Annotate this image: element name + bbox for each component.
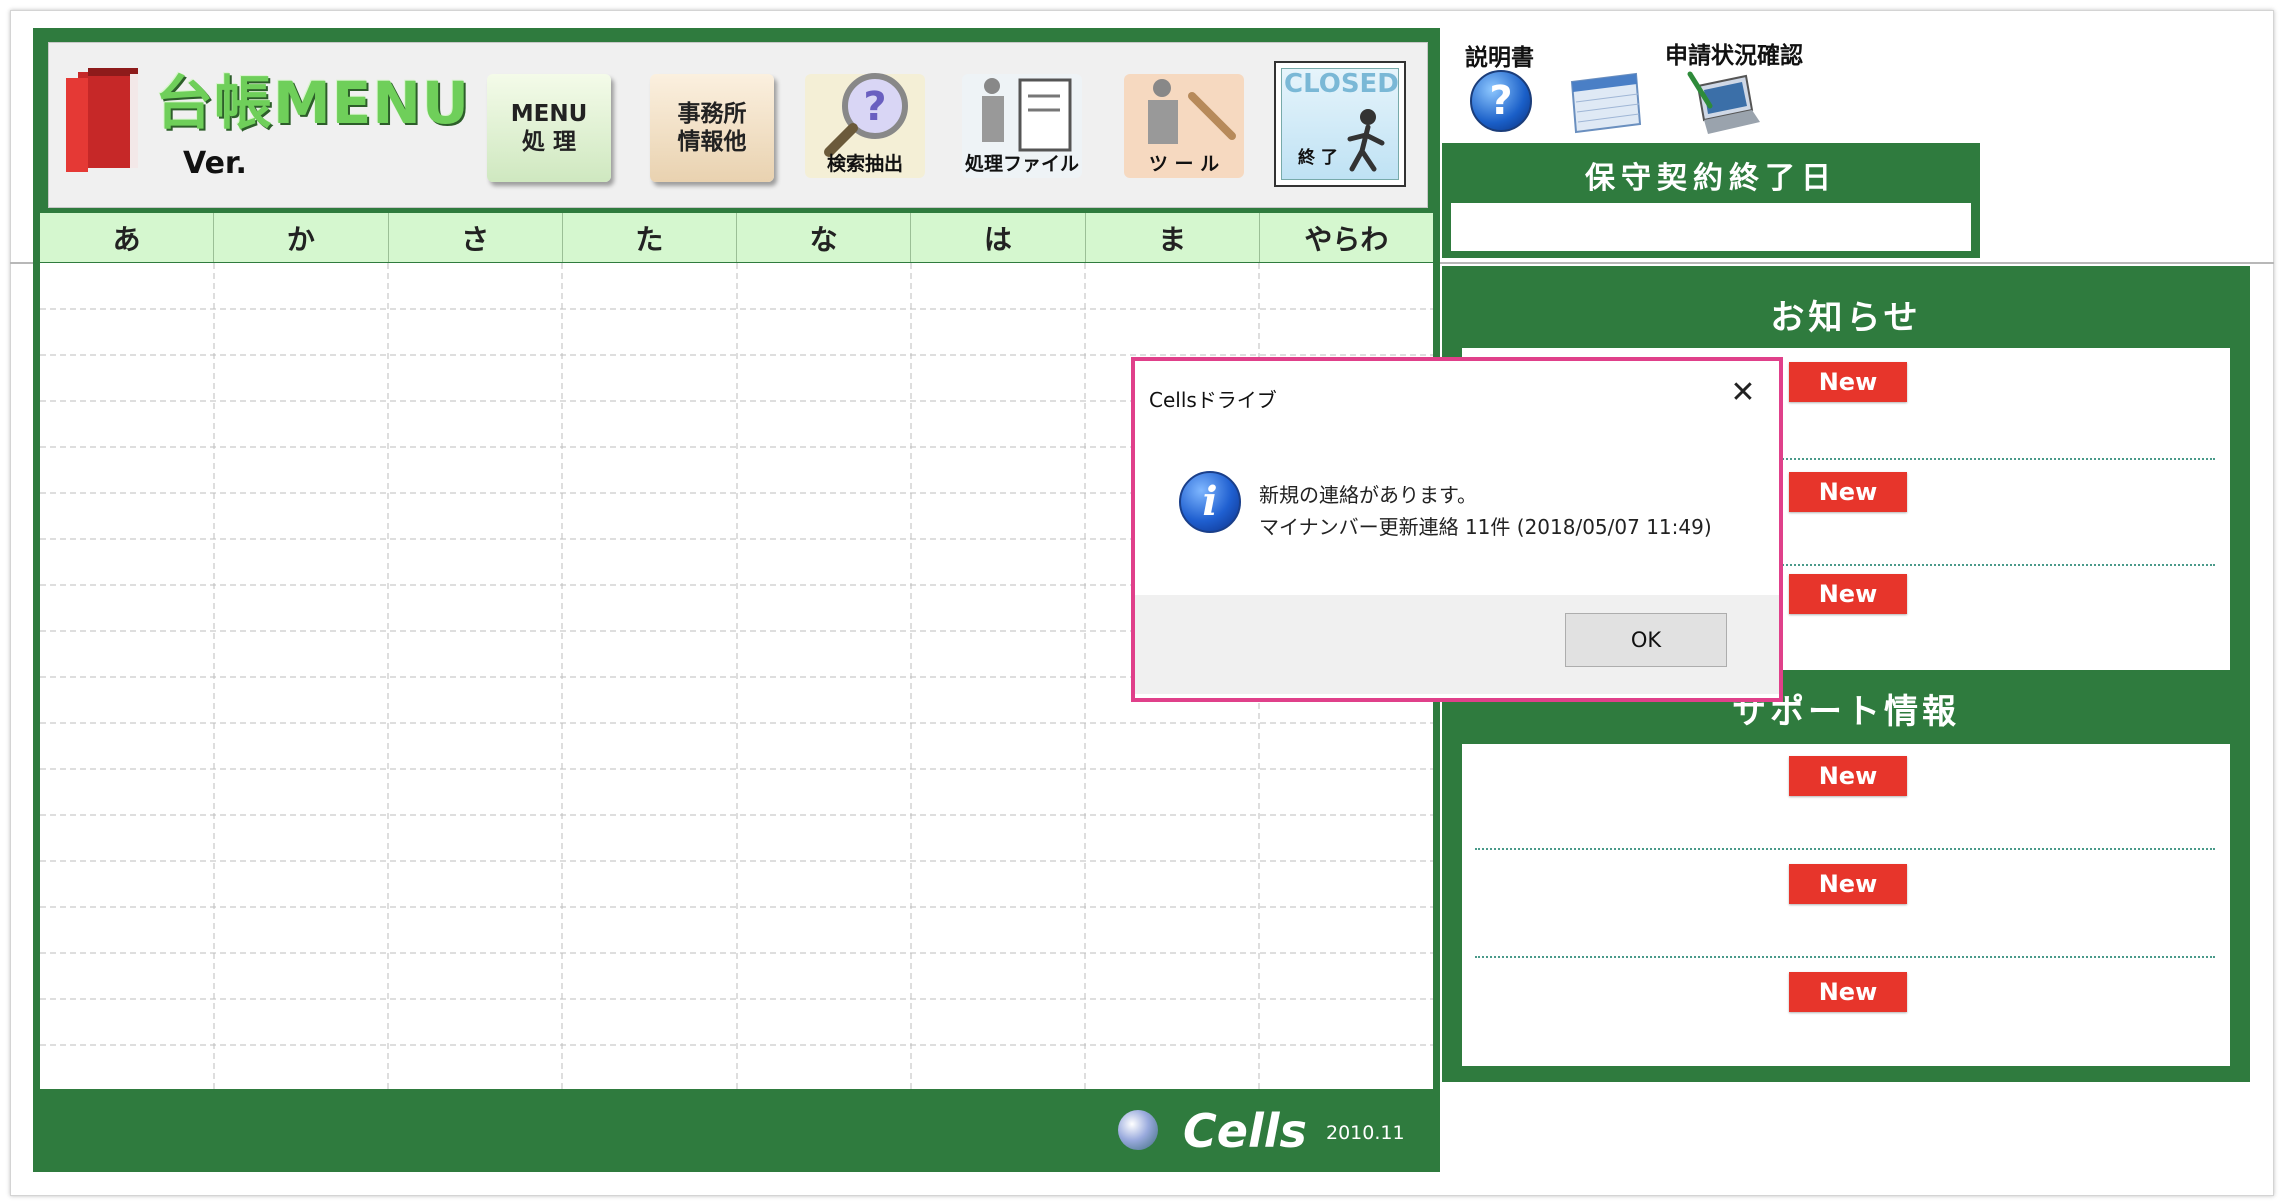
process-files-label: 処理ファイル (964, 153, 1079, 175)
exit-person-icon (1347, 109, 1385, 172)
calendar-icon[interactable] (1562, 68, 1646, 138)
exit-label: 終 了 (1298, 148, 1338, 168)
tools-button[interactable]: ツ ー ル (1122, 66, 1246, 182)
news-new-badge[interactable]: New (1789, 472, 1907, 512)
support-new-badge[interactable]: New (1789, 864, 1907, 904)
kana-tab-ta[interactable]: た (563, 213, 737, 262)
version-label: Ver. (183, 146, 247, 181)
kana-tab-a[interactable]: あ (40, 213, 215, 262)
footer-brand: Cells (1183, 1104, 1307, 1158)
kana-tab-ka[interactable]: か (214, 213, 389, 262)
process-files-button[interactable]: 処理ファイル (960, 66, 1084, 182)
support-new-badge[interactable]: New (1789, 972, 1907, 1012)
dialog-titlebar[interactable]: Cellsドライブ ✕ (1135, 361, 1779, 413)
dialog-title: Cellsドライブ (1149, 388, 1277, 412)
ledger-book-icon (66, 68, 138, 172)
office-info-button[interactable]: 事務所 情報他 (650, 74, 774, 182)
kana-tab-yarawa[interactable]: やらわ (1260, 213, 1433, 262)
office-info-label: 事務所 情報他 (677, 101, 747, 155)
dialog-message-line2: マイナンバー更新連絡 11件 (2018/05/07 11:49) (1259, 515, 1712, 539)
search-extract-label: 検索抽出 (826, 153, 903, 175)
cells-globe-icon (1118, 1110, 1158, 1150)
maintenance-title: 保守契約終了日 (1585, 161, 1837, 196)
application-status-label: 申請状況確認 (1665, 43, 1803, 69)
close-icon[interactable]: ✕ (1727, 377, 1759, 409)
news-new-badge[interactable]: New (1789, 574, 1907, 614)
exit-button[interactable]: CLOSED 終 了 (1274, 61, 1406, 187)
tools-label: ツ ー ル (1148, 153, 1220, 175)
manual-label: 説明書 (1465, 45, 1534, 71)
app-title: 台帳MENU (155, 69, 470, 137)
svg-text:?: ? (863, 84, 886, 130)
menu-process-button[interactable]: MENU 処 理 (487, 74, 611, 182)
ok-button[interactable]: OK (1565, 613, 1727, 667)
menu-process-label: MENU 処 理 (510, 101, 588, 155)
support-divider (1475, 848, 2215, 850)
footer-year: 2010.11 (1326, 1122, 1405, 1144)
help-icon[interactable]: ? (1470, 70, 1532, 132)
kana-tab-row: あ か さ た な は ま やらわ (40, 213, 1433, 262)
news-new-badge[interactable]: New (1789, 362, 1907, 402)
search-extract-button[interactable]: ? 検索抽出 (803, 66, 927, 182)
kana-tab-ha[interactable]: は (911, 213, 1086, 262)
laptop-pen-icon[interactable] (1684, 66, 1764, 138)
support-divider (1475, 956, 2215, 958)
kana-tab-sa[interactable]: さ (389, 213, 563, 262)
closed-label: CLOSED (1284, 69, 1399, 99)
info-icon: i (1179, 471, 1241, 533)
support-new-badge[interactable]: New (1789, 756, 1907, 796)
dialog-message-line1: 新規の連絡があります。 (1259, 483, 1477, 507)
maintenance-end-date-field (1451, 203, 1971, 251)
kana-tab-ma[interactable]: ま (1086, 213, 1260, 262)
news-title: お知らせ (1770, 298, 1922, 338)
kana-tab-na[interactable]: な (737, 213, 912, 262)
message-dialog: Cellsドライブ ✕ i 新規の連絡があります。 マイナンバー更新連絡 11件… (1131, 357, 1783, 702)
